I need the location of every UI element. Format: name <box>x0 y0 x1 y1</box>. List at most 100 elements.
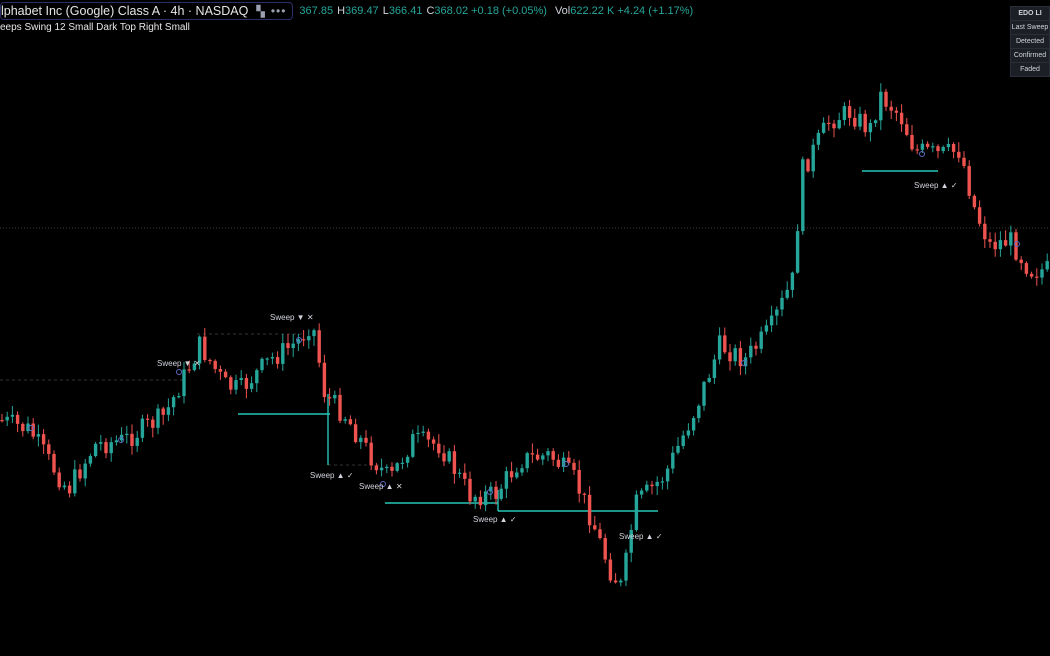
candle-body <box>213 360 217 370</box>
candle-body <box>837 119 841 129</box>
candle-body <box>764 325 769 332</box>
candle-body <box>520 468 524 473</box>
candle-body <box>218 369 223 372</box>
candle-body <box>894 110 899 113</box>
candle-body <box>364 437 368 443</box>
candle-body <box>312 330 316 337</box>
candle-body <box>660 481 665 483</box>
candle-body <box>639 490 644 495</box>
candle-body <box>1003 240 1008 246</box>
candle-body <box>707 378 711 382</box>
open-value: 367.85 <box>299 5 334 17</box>
candle-body <box>879 91 883 121</box>
legend-row-detected: Detected <box>1011 35 1049 49</box>
candle-body <box>114 440 119 443</box>
candle-body <box>530 453 535 455</box>
candle-body <box>988 239 992 242</box>
candle-body <box>613 580 618 583</box>
ohlc-readout: 367.85 H 369.47 L 366.41 C 368.02 +0.18 … <box>295 5 693 17</box>
price-chart[interactable] <box>0 0 1050 656</box>
candle-body <box>343 419 347 421</box>
candle-body <box>421 431 425 433</box>
candle-body <box>889 106 893 111</box>
candle-body <box>151 419 155 428</box>
candle-body <box>374 465 379 471</box>
candle-body <box>359 437 363 443</box>
candle-body <box>135 437 139 446</box>
more-dots-icon[interactable]: ••• <box>271 4 287 18</box>
candle-body <box>780 297 784 310</box>
candle-body <box>67 485 72 494</box>
candle-body <box>671 452 675 469</box>
candle-body <box>593 525 597 530</box>
symbol-pill[interactable]: lphabet Inc (Google) Class A · 4h · NASD… <box>0 2 294 20</box>
candle-body <box>619 580 623 583</box>
candle-body <box>556 459 561 467</box>
candle-body <box>915 149 919 151</box>
candle-body <box>338 394 342 421</box>
candle-body <box>442 453 446 462</box>
sweep-legend-panel: EDO LI Last Sweep Detected Confirmed Fad… <box>1010 6 1050 77</box>
symbol-title[interactable]: lphabet Inc (Google) Class A · 4h · NASD… <box>1 4 248 18</box>
candle-body <box>868 123 873 133</box>
candle-body <box>426 431 431 440</box>
candle-body <box>234 380 238 390</box>
candle-body <box>790 272 795 290</box>
flag-icon[interactable]: ▚ <box>256 5 264 18</box>
candle-body <box>712 359 717 379</box>
candle-body <box>499 488 503 499</box>
candle-body <box>463 472 467 479</box>
volume-label: Vol <box>554 5 571 17</box>
candle-body <box>369 442 373 466</box>
candle-body <box>769 315 774 326</box>
candle-body <box>998 240 1003 250</box>
candle-body <box>0 420 4 422</box>
candle-body <box>546 451 550 456</box>
candle-body <box>572 462 576 470</box>
candle-body <box>291 343 295 348</box>
candle-body <box>182 369 186 397</box>
candle-body <box>1040 269 1044 278</box>
candle-body <box>811 144 815 172</box>
candle-body <box>905 124 909 135</box>
candle-body <box>754 345 758 349</box>
candle-body <box>478 496 483 506</box>
candle-body <box>759 331 763 349</box>
candle-body <box>686 430 691 436</box>
candle-body <box>806 159 810 172</box>
candle-body <box>1045 261 1049 270</box>
candle-body <box>795 231 800 273</box>
candle-body <box>78 469 82 479</box>
candle-body <box>161 408 165 415</box>
candle-body <box>853 117 857 127</box>
candle-body <box>15 414 20 424</box>
candle-body <box>468 478 472 502</box>
candle-body <box>99 442 103 444</box>
candle-body <box>223 371 228 378</box>
sweep-tag: Sweep ▲ ✓ <box>473 515 517 524</box>
candle-body <box>1024 263 1029 274</box>
candle-body <box>962 157 966 167</box>
candle-body <box>36 434 41 437</box>
candle-body <box>925 143 930 147</box>
candle-body <box>104 442 108 454</box>
candle-body <box>509 471 514 478</box>
indicator-label[interactable]: eeps Swing 12 Small Dark Top Right Small <box>0 22 190 33</box>
candle-body <box>587 494 592 526</box>
candle-body <box>317 330 321 363</box>
candle-body <box>405 456 410 463</box>
candle-body <box>416 432 420 435</box>
candle-body <box>847 106 852 118</box>
candle-body <box>1009 232 1013 246</box>
candle-body <box>951 143 956 152</box>
candle-body <box>47 444 51 454</box>
candle-body <box>307 336 311 341</box>
candle-body <box>483 491 488 506</box>
candle-body <box>910 134 914 150</box>
legend-title: EDO LI <box>1011 7 1049 21</box>
candle-body <box>603 538 607 560</box>
candle-body <box>270 357 275 359</box>
candle-body <box>842 106 847 120</box>
candle-body <box>83 463 87 479</box>
candle-body <box>899 112 904 125</box>
